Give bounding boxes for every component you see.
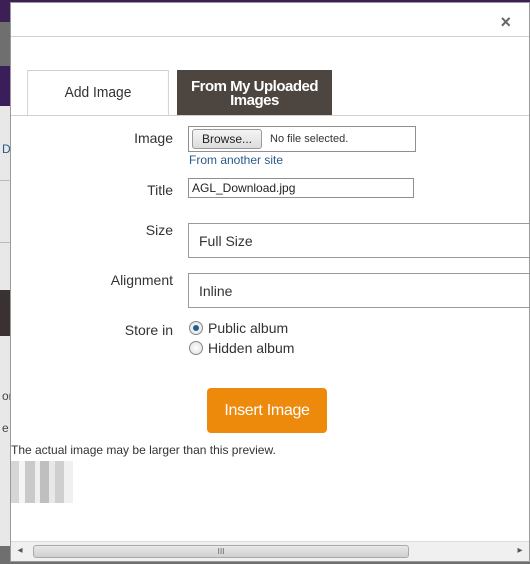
- preview-note: The actual image may be larger than this…: [11, 443, 276, 457]
- background-fragment: e: [2, 421, 9, 435]
- hidden-album-radio[interactable]: [189, 341, 203, 355]
- public-album-option[interactable]: Public album: [189, 320, 288, 336]
- no-file-text: No file selected.: [270, 133, 349, 145]
- tab-uploaded-images[interactable]: From My Uploaded Images: [177, 70, 332, 116]
- public-album-radio[interactable]: [189, 321, 203, 335]
- horizontal-scrollbar[interactable]: ◂ III ▸: [11, 541, 529, 561]
- scrollbar-thumb[interactable]: III: [33, 545, 409, 558]
- from-another-site-link[interactable]: From another site: [189, 153, 283, 167]
- add-image-dialog: × Add Image From My Uploaded Images Imag…: [10, 2, 530, 562]
- tab-add-image[interactable]: Add Image: [27, 70, 169, 116]
- image-label: Image: [134, 130, 173, 146]
- title-input[interactable]: AGL_Download.jpg: [188, 178, 414, 198]
- hidden-album-label: Hidden album: [208, 340, 295, 356]
- close-icon[interactable]: ×: [500, 13, 511, 31]
- scroll-right-arrow-icon[interactable]: ▸: [513, 545, 527, 556]
- file-input[interactable]: Browse... No file selected.: [188, 126, 416, 152]
- size-label: Size: [145, 222, 173, 238]
- public-album-label: Public album: [208, 320, 289, 336]
- store-in-label: Store in: [124, 322, 173, 338]
- title-label: Title: [147, 182, 173, 198]
- divider: [11, 36, 529, 37]
- insert-image-button[interactable]: Insert Image: [207, 388, 327, 433]
- hidden-album-option[interactable]: Hidden album: [189, 340, 294, 356]
- tab-bar-divider: [11, 115, 529, 116]
- browse-button[interactable]: Browse...: [192, 129, 262, 149]
- alignment-select[interactable]: Inline: [188, 273, 530, 308]
- scroll-left-arrow-icon[interactable]: ◂: [13, 545, 27, 556]
- alignment-label: Alignment: [110, 272, 173, 288]
- size-select[interactable]: Full Size: [188, 223, 530, 258]
- image-preview-thumbnail: [11, 461, 73, 503]
